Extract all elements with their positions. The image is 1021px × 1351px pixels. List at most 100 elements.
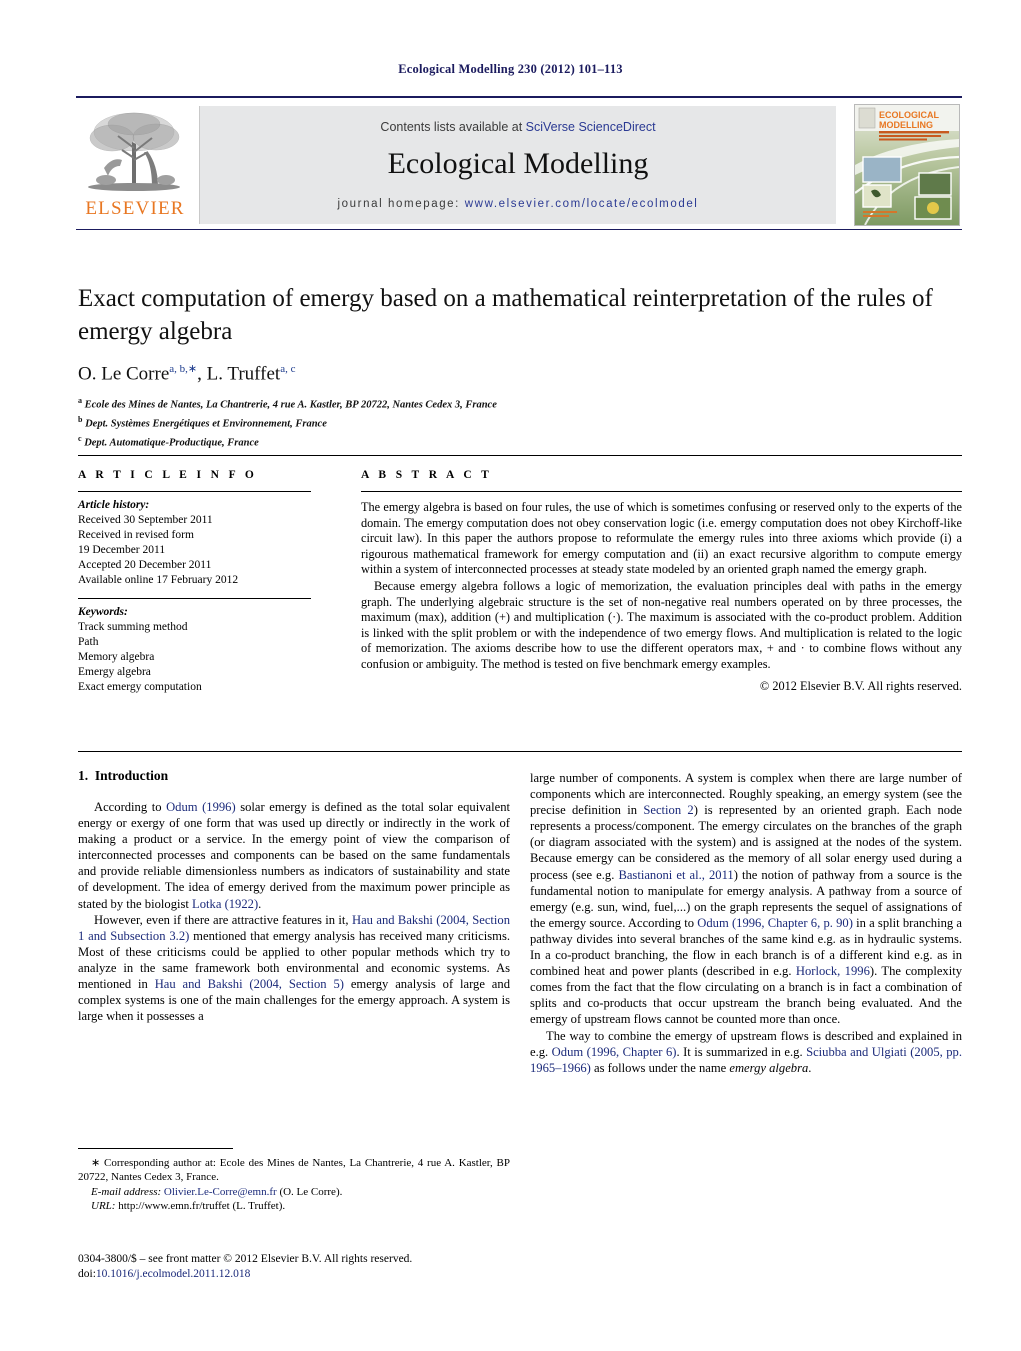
- elsevier-tree-icon: [82, 108, 190, 196]
- section-label: Introduction: [94, 768, 169, 783]
- body-column-left: 1. Introduction According to Odum (1996)…: [78, 768, 510, 1024]
- doi-label: doi:: [78, 1268, 96, 1280]
- author-list: O. Le Correa, b,∗, L. Truffeta, c: [78, 362, 962, 385]
- text-run: However, even if there are attractive fe…: [94, 912, 352, 927]
- intro-paragraph-3: large number of components. A system is …: [530, 770, 962, 1028]
- article-first-page: Ecological Modelling 230 (2012) 101–113: [0, 0, 1021, 1351]
- abstract-paragraph: Because emergy algebra follows a logic o…: [361, 578, 962, 671]
- masthead-top-rule: [76, 96, 962, 98]
- footnote-block: ∗ Corresponding author at: Ecole des Min…: [78, 1148, 510, 1214]
- article-history-item: 19 December 2011: [78, 544, 166, 556]
- affiliation-list: a Ecole des Mines de Nantes, La Chantrer…: [78, 394, 962, 451]
- url-note: URL: http://www.emn.fr/truffet (L. Truff…: [78, 1199, 510, 1213]
- journal-cover-thumbnail: ECOLOGICAL MODELLING: [854, 104, 960, 226]
- sciencedirect-link[interactable]: SciVerse ScienceDirect: [526, 120, 656, 134]
- running-head: Ecological Modelling 230 (2012) 101–113: [398, 62, 623, 76]
- abstract-paragraph: The emergy algebra is based on four rule…: [361, 500, 962, 577]
- elsevier-logo: ELSEVIER: [78, 106, 200, 224]
- journal-masthead: ELSEVIER Contents lists available at Sci…: [76, 96, 962, 230]
- url-owner: (L. Truffet).: [229, 1200, 286, 1213]
- abstract-column: A B S T R A C T The emergy algebra is ba…: [361, 469, 962, 694]
- email-label: E-mail address:: [91, 1185, 162, 1198]
- intro-paragraph-2: However, even if there are attractive fe…: [78, 912, 510, 1025]
- term-emergy-algebra: emergy algebra: [729, 1060, 809, 1075]
- keywords-divider: [78, 598, 311, 599]
- affiliation-marker: b: [78, 415, 83, 425]
- masthead-bottom-rule: [76, 229, 962, 230]
- journal-title: Ecological Modelling: [387, 147, 649, 180]
- author-separator: ,: [197, 363, 207, 385]
- text-run: According to: [94, 800, 167, 814]
- affiliation-text: Dept. Systèmes Energétiques et Environne…: [85, 418, 327, 430]
- issn-copyright-line: 0304-3800/$ – see front matter © 2012 El…: [78, 1253, 413, 1265]
- imprint-block: 0304-3800/$ – see front matter © 2012 El…: [78, 1252, 518, 1282]
- svg-text:ECOLOGICAL: ECOLOGICAL: [879, 110, 940, 120]
- citation-odum-1996-ch6-p90[interactable]: Odum (1996, Chapter 6, p. 90): [697, 916, 853, 930]
- url-value[interactable]: http://www.emn.fr/truffet: [115, 1200, 230, 1212]
- abstract-divider: [361, 491, 962, 492]
- citation-hau-bakshi-2004-s5[interactable]: Hau and Bakshi (2004, Section 5): [155, 977, 344, 991]
- article-history-item: Available online 17 February 2012: [78, 574, 239, 586]
- keyword-item: Track summing method: [78, 621, 188, 633]
- article-info-heading: A R T I C L E I N F O: [78, 469, 258, 481]
- keyword-item: Memory algebra: [78, 651, 155, 663]
- author-affil-marker-2[interactable]: a, c: [280, 363, 295, 375]
- journal-homepage-line: journal homepage: www.elsevier.com/locat…: [200, 198, 836, 210]
- masthead-center-band: Contents lists available at SciVerse Sci…: [200, 106, 836, 224]
- keywords-label: Keywords:: [78, 606, 128, 618]
- info-divider: [78, 491, 311, 492]
- keyword-item: Exact emergy computation: [78, 681, 202, 693]
- citation-odum-1996-ch6[interactable]: Odum (1996, Chapter 6): [552, 1045, 677, 1059]
- cross-ref-section-2[interactable]: Section 2: [643, 803, 693, 817]
- text-run: .: [258, 896, 262, 911]
- citation-lotka-1922[interactable]: Lotka (1922): [192, 897, 258, 911]
- author-affil-marker-1[interactable]: a, b,∗: [169, 363, 197, 375]
- keyword-item: Path: [78, 636, 99, 648]
- journal-homepage-link[interactable]: www.elsevier.com/locate/ecolmodel: [465, 198, 699, 210]
- article-history-item: Received 30 September 2011: [78, 514, 213, 526]
- affiliation-item: a Ecole des Mines de Nantes, La Chantrer…: [78, 394, 962, 413]
- text-run: .: [808, 1060, 812, 1075]
- email-note: E-mail address: Olivier.Le-Corre@emn.fr …: [78, 1185, 510, 1199]
- title-block: Exact computation of emergy based on a m…: [78, 282, 962, 451]
- svg-text:MODELLING: MODELLING: [879, 120, 933, 130]
- email-link[interactable]: Olivier.Le-Corre@emn.fr: [164, 1186, 277, 1198]
- section-heading-introduction: 1. Introduction: [78, 768, 510, 784]
- intro-paragraph-1: According to Odum (1996) solar emergy is…: [78, 799, 510, 912]
- doi-line: doi:10.1016/j.ecolmodel.2011.12.018: [78, 1267, 518, 1282]
- page-title: Exact computation of emergy based on a m…: [78, 285, 933, 345]
- abstract-copyright: © 2012 Elsevier B.V. All rights reserved…: [759, 678, 962, 693]
- email-owner: (O. Le Corre).: [276, 1185, 343, 1198]
- text-run: . It is summarized in e.g.: [676, 1044, 807, 1059]
- homepage-prefix: journal homepage:: [337, 198, 465, 210]
- citation-bastianoni-2011[interactable]: Bastianoni et al., 2011: [618, 868, 733, 882]
- doi-link[interactable]: 10.1016/j.ecolmodel.2011.12.018: [96, 1268, 251, 1280]
- citation-odum-1996[interactable]: Odum (1996): [166, 800, 236, 814]
- affiliation-text: Ecole des Mines de Nantes, La Chantrerie…: [84, 399, 497, 411]
- affiliation-item: c Dept. Automatique-Productique, France: [78, 432, 962, 451]
- url-label: URL:: [91, 1200, 116, 1213]
- article-history-label: Article history:: [78, 499, 150, 511]
- keyword-item: Emergy algebra: [78, 666, 151, 678]
- affiliation-item: b Dept. Systèmes Energétiques et Environ…: [78, 413, 962, 432]
- info-top-rule: [78, 455, 962, 456]
- elsevier-wordmark: ELSEVIER: [85, 198, 185, 219]
- contents-available-line: Contents lists available at SciVerse Sci…: [200, 120, 836, 134]
- article-info-column: A R T I C L E I N F O Article history: R…: [78, 469, 328, 695]
- affiliation-text: Dept. Automatique-Productique, France: [84, 437, 259, 449]
- author-name-1: O. Le Corre: [78, 363, 170, 385]
- contents-prefix: Contents lists available at: [380, 120, 526, 134]
- citation-horlock-1996[interactable]: Horlock, 1996: [796, 964, 870, 978]
- article-history-item: Received in revised form: [78, 529, 194, 541]
- affiliation-marker: c: [78, 434, 82, 444]
- author-name-2: L. Truffet: [206, 363, 281, 385]
- affiliation-marker: a: [78, 396, 82, 406]
- footnote-divider: [78, 1148, 233, 1149]
- body-column-right: large number of components. A system is …: [530, 770, 962, 1076]
- info-bottom-rule: [78, 751, 962, 752]
- corresponding-author-note: ∗ Corresponding author at: Ecole des Min…: [78, 1157, 510, 1184]
- text-run: as follows under the name: [590, 1060, 730, 1075]
- text-run: solar emergy is defined as the total sol…: [78, 800, 510, 911]
- intro-paragraph-4: The way to combine the emergy of upstrea…: [530, 1028, 962, 1076]
- article-history-item: Accepted 20 December 2011: [78, 559, 212, 571]
